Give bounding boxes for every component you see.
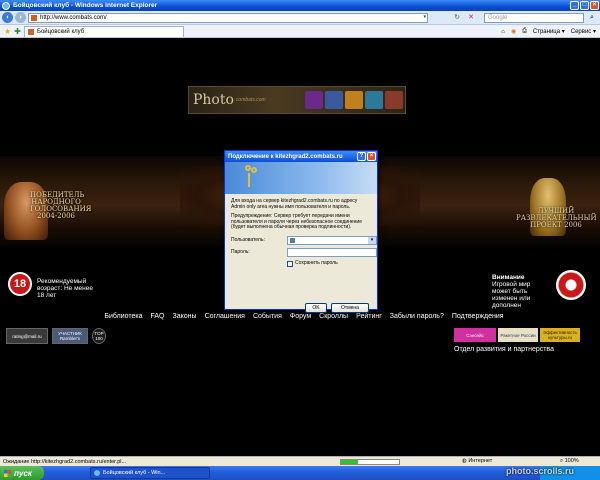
auth-dialog: Подключение к kitezhgrad2.combats.ru ? ×… [224,150,378,313]
ie-icon [2,1,10,10]
zoom-label: 100% [564,458,579,464]
nav-link-scrolls[interactable]: Скроллы [319,313,348,320]
window-title: Бойцовский клуб - Windows Internet Explo… [13,2,158,9]
taskbar-item-ie[interactable]: Бойцовский клуб - Win... [90,467,210,479]
minimize-icon[interactable]: _ [570,1,579,10]
refresh-icon[interactable]: ↻ [452,13,462,23]
address-dropdown-icon[interactable]: ▾ [423,14,426,20]
progress-fill [341,460,359,464]
status-bar: Ожидание http://kitezhgrad2.combats.ru/e… [0,456,600,466]
start-label: пуск [14,468,32,478]
search-input[interactable]: Google [484,13,584,23]
favorites-star-icon[interactable]: ★ [4,27,11,36]
loading-progress [340,459,400,465]
tab-bar: ★ ✚ Бойцовский клуб ⌂ ◉ ⎙ Страница ▾ Сер… [0,25,600,38]
window-titlebar: Бойцовский клуб - Windows Internet Explo… [0,0,600,11]
search-icon[interactable]: ⌕ [586,13,598,23]
page-menu[interactable]: Страница ▾ [533,28,565,35]
dialog-message: Для входа на сервер kitezhgrad2.combats.… [231,198,358,210]
home-icon[interactable]: ⌂ [501,29,505,35]
counter-top100[interactable]: TOP 100 [92,328,106,344]
award-left-text: ПОБЕДИТЕЛЬ НАРОДНОГО ГОЛОСОВАНИЯ 2004-20… [30,191,92,220]
stop-icon[interactable]: ✕ [466,13,476,23]
banner-subtitle: combats.com [235,97,266,103]
warning-title: Внимание [492,274,525,281]
dialog-close-icon[interactable]: × [367,152,376,161]
start-button[interactable]: пуск [0,466,44,480]
nav-link-faq[interactable]: FAQ [150,313,164,320]
user-icon [290,237,295,243]
username-combobox[interactable]: ▾ [287,235,377,245]
warning-notice: Внимание Игровой мир может быть изменен … [492,274,550,309]
partner-logo-1[interactable]: Сэнсейс [454,328,496,342]
dialog-body: Для входа на сервер kitezhgrad2.combats.… [225,194,377,276]
gear-icon [556,270,586,300]
ie-task-icon [94,470,100,476]
help-icon[interactable]: ? [357,152,366,161]
combo-dropdown-icon[interactable]: ▾ [368,236,376,244]
site-favicon-icon [31,15,37,21]
banner-text: Photo [193,92,234,108]
nav-link-laws[interactable]: Законы [173,313,197,320]
username-label: Пользователь: [231,237,265,244]
partners-link[interactable]: Отдел развития и партнерства [454,346,554,353]
banner-thumbnails [305,91,403,109]
navigation-bar: ‹ › http://www.combats.com/ ▾ ↻ ✕ Google… [0,11,600,25]
partner-logo-3[interactable]: Эффективность культуры.ru [540,328,580,342]
nav-link-agreements[interactable]: Соглашения [205,313,245,320]
counter-mailru[interactable]: rating@mail.ru [6,328,48,344]
remember-password-label[interactable]: Сохранить пароль [295,260,338,267]
dialog-banner [225,162,377,194]
cancel-button[interactable]: Отмена [331,303,369,313]
age-18-icon: 18 [8,272,32,296]
age-notice: Рекомендуемый возраст: Не менее 18 лет [37,278,93,299]
photo-banner[interactable]: Photo combats.com [188,86,406,114]
remember-password-checkbox[interactable] [287,260,293,267]
maximize-icon[interactable]: □ [580,1,589,10]
feeds-icon[interactable]: ◉ [511,28,516,35]
nav-link-events[interactable]: События [253,313,282,320]
site-nav: Библиотека FAQ Законы Соглашения События… [104,313,504,320]
ok-button[interactable]: OK [305,303,327,313]
counters: rating@mail.ru УЧАСТНИК Rambler's TOP 10… [6,328,106,344]
counter-rambler[interactable]: УЧАСТНИК Rambler's [52,328,88,344]
forward-button[interactable]: › [15,12,26,23]
award-left[interactable]: ПОБЕДИТЕЛЬ НАРОДНОГО ГОЛОСОВАНИЯ 2004-20… [0,178,92,246]
keys-icon [245,165,259,191]
username-row: Пользователь: ▾ [231,235,377,247]
nav-link-confirmations[interactable]: Подтверждения [452,313,504,320]
zoom-level[interactable]: ⌕ 100% [560,458,579,465]
status-text: Ожидание http://kitezhgrad2.combats.ru/e… [3,458,127,465]
back-button[interactable]: ‹ [2,12,13,23]
address-url[interactable]: http://www.combats.com/ [40,15,107,21]
tab-combats[interactable]: Бойцовский клуб [24,26,184,37]
dialog-title: Подключение к kitezhgrad2.combats.ru [225,151,377,162]
address-bar[interactable]: http://www.combats.com/ ▾ [28,13,428,23]
close-icon[interactable]: × [590,1,599,10]
award-right[interactable]: ЛУЧШИЙ РАЗВЛЕКАТЕЛЬНЫЙ ПРОЕКТ 2006 [516,178,597,246]
partner-logo-2[interactable]: Ракетное России [498,328,538,342]
task-label: Бойцовский клуб - Win... [103,470,166,476]
tab-favicon-icon [28,29,34,35]
nav-link-forum[interactable]: Форум [290,313,311,320]
nav-link-forgot-password[interactable]: Забыли пароль? [390,313,444,320]
tab-label: Бойцовский клуб [37,29,85,35]
print-icon[interactable]: ⎙ [522,28,527,35]
award-right-text: ЛУЧШИЙ РАЗВЛЕКАТЕЛЬНЫЙ ПРОЕКТ 2006 [516,207,597,229]
password-field[interactable] [287,247,377,257]
dialog-warning: Предупреждение: Сервер требует передачи … [231,213,362,231]
add-favorites-icon[interactable]: ✚ [14,27,21,36]
nav-link-library[interactable]: Библиотека [104,313,142,320]
partner-logos: Сэнсейс Ракетное России Эффективность ку… [454,328,580,342]
watermark: photo.scrolls.ru [506,466,575,476]
internet-zone[interactable]: ◍ Интернет [462,458,492,464]
windows-logo-icon [4,469,11,477]
tools-menu[interactable]: Сервис ▾ [571,28,596,35]
warning-text: Игровой мир может быть изменен или допол… [492,281,531,309]
password-row: Пароль: [231,247,377,259]
password-label: Пароль: [231,249,250,256]
zone-label: Интернет [468,458,493,464]
remember-row: Сохранить пароль [231,259,371,271]
nav-link-rating[interactable]: Рейтинг [356,313,382,320]
